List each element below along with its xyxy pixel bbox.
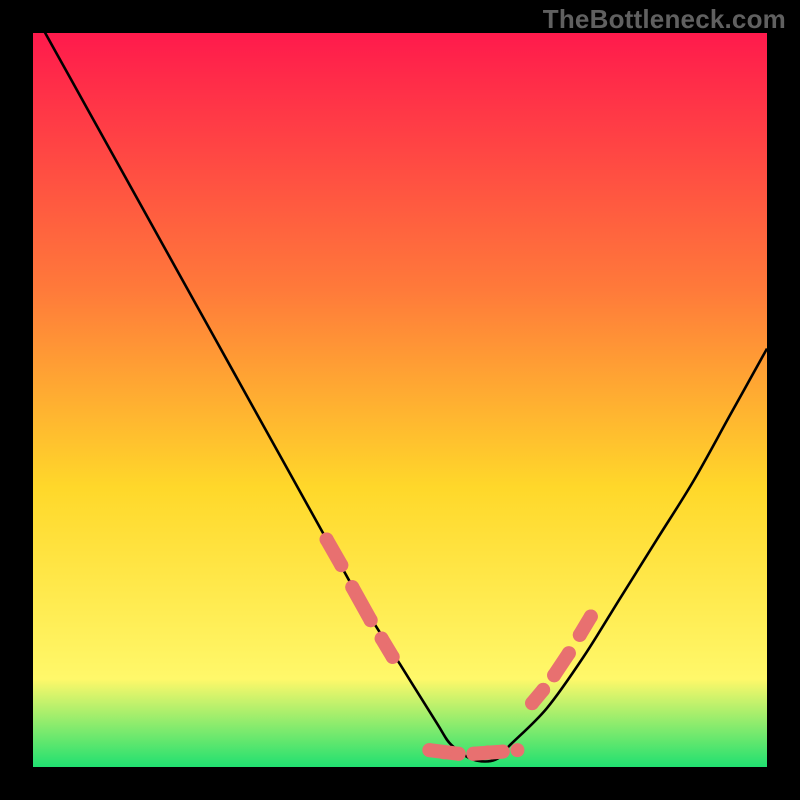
data-point xyxy=(422,743,436,757)
data-point xyxy=(437,745,451,759)
data-point xyxy=(345,580,359,594)
data-point xyxy=(375,632,389,646)
data-point xyxy=(573,628,587,642)
data-point xyxy=(481,745,495,759)
data-point xyxy=(320,532,334,546)
watermark-text: TheBottleneck.com xyxy=(543,4,786,35)
data-point xyxy=(562,646,576,660)
data-point xyxy=(547,668,561,682)
data-point xyxy=(584,610,598,624)
data-point xyxy=(510,743,524,757)
chart-svg xyxy=(33,33,767,767)
data-point xyxy=(525,696,539,710)
chart-frame: TheBottleneck.com xyxy=(0,0,800,800)
data-point xyxy=(452,747,466,761)
data-point xyxy=(536,683,550,697)
gradient-background xyxy=(33,33,767,767)
data-point xyxy=(386,650,400,664)
data-point xyxy=(364,613,378,627)
data-point xyxy=(496,745,510,759)
data-point xyxy=(466,747,480,761)
data-point xyxy=(334,558,348,572)
plot-area xyxy=(33,33,767,767)
